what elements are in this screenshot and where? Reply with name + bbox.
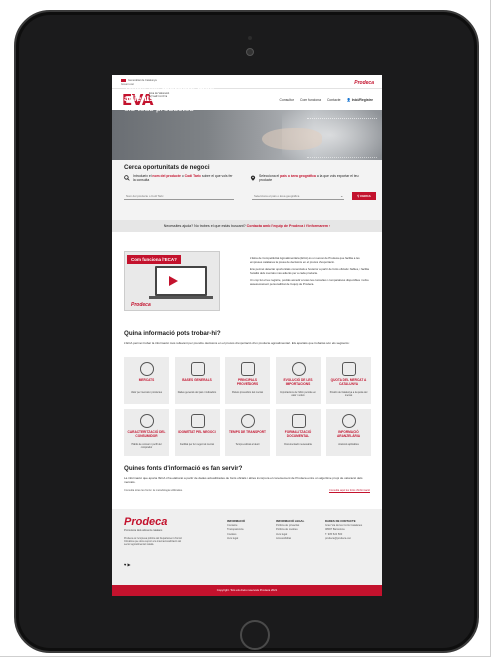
chart-icon xyxy=(190,362,205,376)
help-bar: Necessites ajuda? No trobes el que estàs… xyxy=(112,220,382,232)
play-icon[interactable] xyxy=(169,276,178,286)
product-search-input[interactable] xyxy=(124,193,234,200)
generalitat-flag-icon xyxy=(121,79,126,82)
login-link[interactable]: 👤 Inici/Registre xyxy=(347,98,373,102)
info-cards-grid: MERCATS Valor per mercats i productes BAS… xyxy=(124,357,371,456)
sources-desc: La informació que aporta l'ECA s'ha elab… xyxy=(124,476,363,484)
search-icon xyxy=(124,175,130,181)
card-principals-proveidors[interactable]: PRINCIPALS PROVEÏDORS Països proveïdors d… xyxy=(225,357,270,404)
card-formalitzacio-documental[interactable]: FORMALITZACIÓ DOCUMENTAL Documentació nec… xyxy=(275,409,321,456)
search-title: Cerca oportunitats de negoci xyxy=(124,164,210,171)
info-section-desc: L'ECA permet trobar la informació més re… xyxy=(124,341,350,345)
nav-contacte[interactable]: Contacte xyxy=(327,98,341,102)
hero-title: Troba els mercats més adients per export… xyxy=(124,84,215,113)
search-step-2: Selecciona el país o àrea geogràfica a l… xyxy=(250,174,370,183)
video-prodeca-logo: Prodeca xyxy=(131,302,151,308)
card-evolucio-importacions[interactable]: EVOLUCIÓ DE LES IMPORTACIONS Importacions… xyxy=(275,357,321,404)
chevron-down-icon[interactable]: ⌄ xyxy=(340,193,343,198)
hero-banner xyxy=(112,110,382,160)
video-player[interactable]: Com funciona l'ECA? Prodeca xyxy=(124,251,220,311)
card-caracteritzacio-consumidor[interactable]: CARACTERITZACIÓ DEL CONSUMIDOR Hàbits de … xyxy=(124,409,169,456)
search-button[interactable]: ⚲ CERCA xyxy=(352,192,376,200)
tablet-screen: Generalitat de Catalunya Govern.cat Prod… xyxy=(112,75,382,596)
card-idoneitat-negoci[interactable]: IDONEÏTAT PEL NEGOCI Facilitat per fer ne… xyxy=(174,409,220,456)
pie-chart-icon xyxy=(342,362,356,376)
footer-about: Prodeca és l'empresa pública del Departa… xyxy=(124,537,182,547)
copyright-bar: Copyright. Tots els drets reservats Prod… xyxy=(112,585,382,596)
intro-text: L'Eina de Competitivitat Agroalimentària… xyxy=(250,256,369,286)
laptop-illustration xyxy=(149,266,213,299)
card-quota-mercat[interactable]: QUOTA DEL MERCAT A CATALUNYA Posició de C… xyxy=(326,357,371,404)
prodeca-logo-top[interactable]: Prodeca xyxy=(354,80,374,86)
card-temps-transport[interactable]: TEMPS DE TRANSPORT Temps estimat al destí xyxy=(225,409,270,456)
footer-logo-subtitle: Promotora dels aliments catalans xyxy=(124,529,163,532)
location-pin-icon xyxy=(250,175,256,181)
country-select[interactable] xyxy=(252,193,344,200)
tariff-icon xyxy=(342,414,356,428)
home-button[interactable] xyxy=(240,620,270,650)
social-icons[interactable]: ♥ ▶ xyxy=(124,562,131,567)
card-bases-generals[interactable]: BASES GENERALS Dades generals del país i … xyxy=(174,357,220,404)
info-section-title: Quina informació pots trobar-hi? xyxy=(124,330,221,337)
card-informacio-aranzelaria[interactable]: INFORMACIÓ ARANZELÀRIA Aranzels aplicable… xyxy=(326,409,371,456)
handshake-icon xyxy=(190,414,205,428)
footer-prodeca-logo[interactable]: Prodeca xyxy=(124,516,167,528)
footer-col-legal: INFORMACIÓ LEGAL Política de privacitat … xyxy=(276,519,305,542)
stopwatch-icon xyxy=(291,362,306,376)
nav-consultor[interactable]: Consultor xyxy=(280,98,295,102)
main-nav: Consultor Com funciona Contacte 👤 Inici/… xyxy=(280,98,373,102)
footer-link[interactable]: Accessibilitat xyxy=(276,537,304,542)
person-icon xyxy=(140,414,154,428)
map-icon xyxy=(241,362,255,376)
mic-hole xyxy=(248,36,252,40)
footer-col-contact: DADES DE CONTACTE Gran Via de les Corts … xyxy=(325,519,363,542)
globe-transport-icon xyxy=(241,414,255,428)
footer-link[interactable]: Avís legal xyxy=(227,537,245,542)
sources-note: Consulta totes les fonts i la metodologi… xyxy=(124,489,183,492)
globe-search-icon xyxy=(140,362,154,376)
document-icon xyxy=(291,414,306,428)
video-title-tag: Com funciona l'ECA? xyxy=(127,255,181,264)
sources-link[interactable]: Consulta aquí les fonts d'informació xyxy=(329,489,370,492)
search-step-1: Introdueix el nom del producte o Codi Ta… xyxy=(124,174,234,183)
sources-title: Quines fonts d'informació es fan servir? xyxy=(124,465,243,472)
card-mercats[interactable]: MERCATS Valor per mercats i productes xyxy=(124,357,169,404)
contact-email-link[interactable]: prodeca@prodeca.cat xyxy=(325,537,362,542)
nav-com-funciona[interactable]: Com funciona xyxy=(300,98,321,102)
footer-col-info: INFORMACIÓ Contacte Transparència Cookie… xyxy=(227,519,246,542)
camera-icon xyxy=(246,48,254,56)
contact-prodeca-link[interactable]: Contacta amb l'equip de Prodeca i t'info… xyxy=(247,224,331,228)
